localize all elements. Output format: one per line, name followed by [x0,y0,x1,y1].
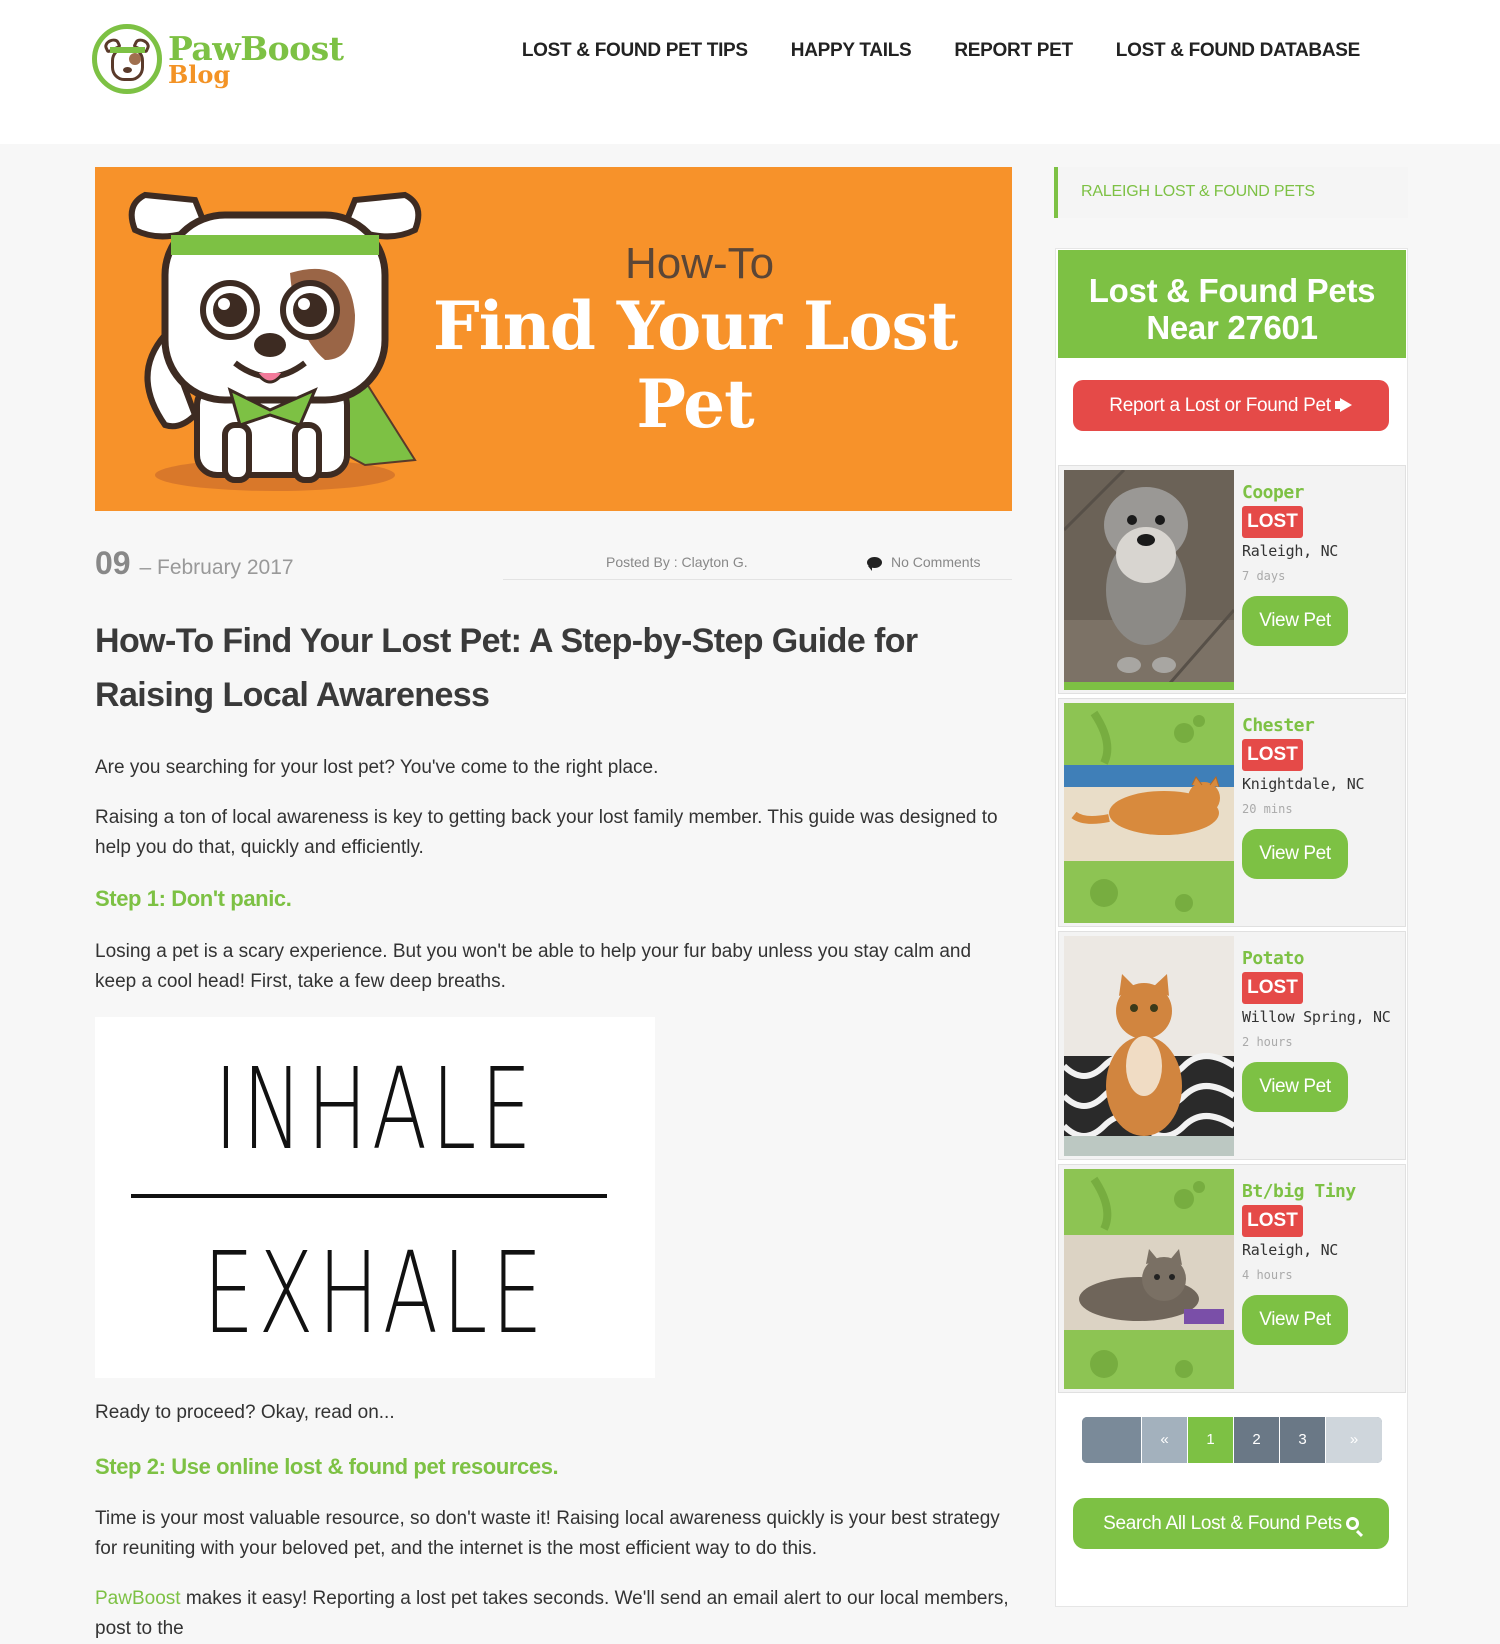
pet-photo[interactable] [1064,703,1234,923]
exhale-word: EXHALE [203,1229,547,1359]
inhale-word: INHALE [214,1045,536,1175]
hero-title-line1: Find Your Lost [432,287,958,365]
article-paragraph: PawBoost makes it easy! Reporting a lost… [95,1584,1015,1644]
lost-found-widget: Lost & Found Pets Near 27601 Report a Lo… [1055,248,1408,1607]
article-paragraph: Losing a pet is a scary experience. But … [95,941,972,992]
paragraph-text: makes it easy! Reporting a lost pet take… [95,1588,1009,1639]
site-header: PawBoost Blog LOST & FOUND PET TIPS HAPP… [0,0,1500,144]
nav-happy-tails[interactable]: HAPPY TAILS [791,40,912,62]
post-month-year: – February 2017 [139,556,294,579]
hero-banner: How-To Find Your Lost Pet [95,167,1012,511]
pawboost-blog-logo[interactable]: PawBoost Blog [92,22,362,96]
pet-card: Chester LOST Knightdale, NC 20 mins View… [1058,698,1406,927]
widget-title-line2: Near 27601 [1146,309,1318,346]
widget-title: Lost & Found Pets Near 27601 [1058,250,1406,358]
lost-badge: LOST [1242,1205,1303,1237]
image-divider [131,1194,607,1198]
pet-name[interactable]: Bt/big Tiny [1242,1181,1356,1202]
pet-location: Raleigh, NC [1242,542,1339,560]
sidebar-heading-text: RALEIGH LOST & FOUND PETS [1081,183,1315,200]
nav-lost-found-pet-tips[interactable]: LOST & FOUND PET TIPS [522,40,748,62]
report-pet-label: Report a Lost or Found Pet [1109,395,1331,416]
pet-card: Potato LOST Willow Spring, NC 2 hours Vi… [1058,931,1406,1160]
comment-icon [867,556,882,571]
main-nav: LOST & FOUND PET TIPS HAPPY TAILS REPORT… [522,40,1360,62]
post-meta: Posted By : Clayton G. No Comments [503,542,1012,580]
pagination-page-1[interactable]: 1 [1187,1417,1233,1463]
step-heading: Step 2: Use online lost & found pet reso… [95,1454,559,1479]
pet-photo[interactable] [1064,936,1234,1156]
pet-location: Knightdale, NC [1242,775,1365,793]
comments-label: No Comments [891,554,981,570]
article-paragraph: Ready to proceed? Okay, read on... [95,1402,395,1423]
megaphone-icon [1334,398,1353,412]
hero-pretitle: How-To [625,239,775,288]
article-paragraph: Are you searching for your lost pet? You… [95,757,659,778]
article-title: How-To Find Your Lost Pet: A Step-by-Ste… [95,622,918,714]
nav-report-pet[interactable]: REPORT PET [954,40,1073,62]
pet-location: Raleigh, NC [1242,1241,1339,1259]
dog-logo-icon [92,24,162,94]
hero-title-line2: Pet [636,365,754,443]
view-pet-button[interactable]: View Pet [1242,1295,1348,1345]
view-pet-button[interactable]: View Pet [1242,829,1348,879]
pet-card: Cooper LOST Raleigh, NC 7 days View Pet [1058,465,1406,694]
pawboost-link[interactable]: PawBoost [95,1588,181,1609]
pagination-page-2[interactable]: 2 [1233,1417,1279,1463]
pet-name[interactable]: Cooper [1242,482,1305,503]
pet-name[interactable]: Potato [1242,948,1305,969]
lost-badge: LOST [1242,739,1303,771]
pagination-page-3[interactable]: 3 [1279,1417,1325,1463]
sidebar-heading: RALEIGH LOST & FOUND PETS [1054,167,1408,218]
pet-time-ago: 4 hours [1242,1268,1293,1282]
comments-link[interactable]: No Comments [867,554,981,571]
superhero-dog-illustration [128,191,422,491]
post-date: 09 – February 2017 [95,545,294,582]
search-all-pets-button[interactable]: Search All Lost & Found Pets [1073,1498,1389,1549]
pet-photo[interactable] [1064,470,1234,690]
inhale-exhale-image: INHALE EXHALE [95,1017,655,1378]
pet-photo[interactable] [1064,1169,1234,1389]
posted-by: Posted By : Clayton G. [606,554,748,570]
search-icon [1345,1517,1359,1530]
pet-time-ago: 20 mins [1242,802,1293,816]
pagination: « 1 2 3 » [1082,1417,1382,1463]
search-all-pets-label: Search All Lost & Found Pets [1103,1513,1342,1534]
pet-card: Bt/big Tiny LOST Raleigh, NC 4 hours Vie… [1058,1164,1406,1393]
lost-badge: LOST [1242,972,1303,1004]
step-heading: Step 1: Don't panic. [95,886,292,911]
article-paragraph: Time is your most valuable resource, so … [95,1508,1000,1559]
pet-location: Willow Spring, NC [1242,1008,1391,1026]
pet-name[interactable]: Chester [1242,715,1315,736]
pet-time-ago: 2 hours [1242,1035,1293,1049]
nav-lost-found-database[interactable]: LOST & FOUND DATABASE [1116,40,1361,62]
report-pet-button[interactable]: Report a Lost or Found Pet [1073,380,1389,431]
hero-title: Find Your Lost Pet [405,287,985,443]
view-pet-button[interactable]: View Pet [1242,1062,1348,1112]
pet-time-ago: 7 days [1242,569,1286,583]
lost-badge: LOST [1242,506,1303,538]
post-day: 09 [95,545,131,581]
pagination-prev[interactable]: « [1141,1417,1187,1463]
pagination-next[interactable]: » [1325,1417,1382,1463]
view-pet-button[interactable]: View Pet [1242,596,1348,646]
article-paragraph: Raising a ton of local awareness is key … [95,807,998,858]
widget-title-line1: Lost & Found Pets [1088,272,1376,309]
